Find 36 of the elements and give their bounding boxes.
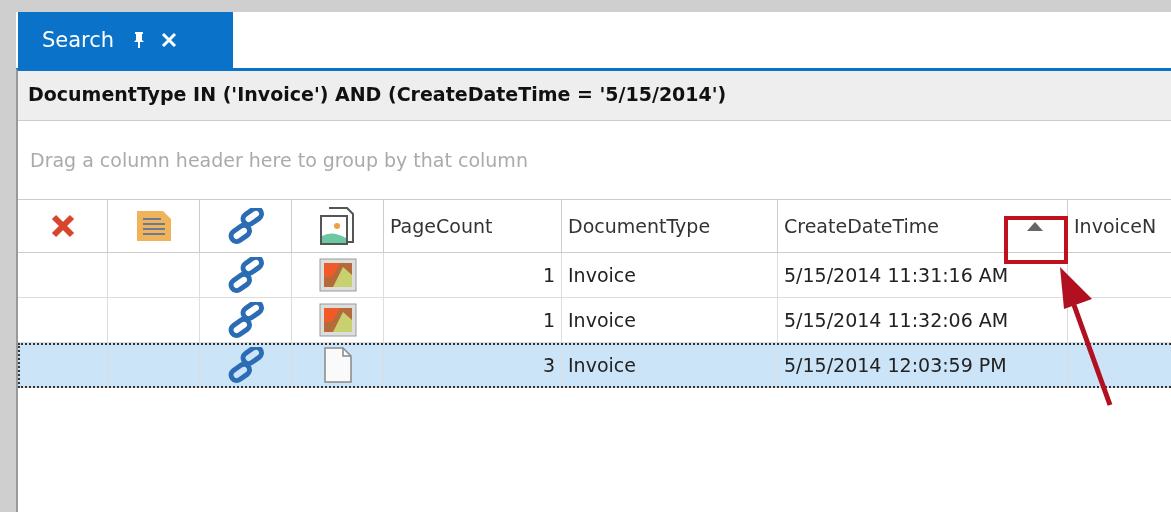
pin-icon[interactable]	[132, 31, 147, 49]
sort-ascending-icon[interactable]	[1025, 220, 1045, 232]
blank-page-icon	[322, 346, 353, 384]
table-cell: 5/15/2014 11:32:06 AM	[784, 309, 1009, 331]
column-header-label: InvoiceN	[1074, 215, 1157, 237]
table-cell: Invoice	[568, 264, 636, 286]
highlight-frame	[1004, 216, 1068, 264]
table-row[interactable]: 3 Invoice 5/15/2014 12:03:59 PM	[18, 343, 1171, 388]
filter-text: DocumentType IN ('Invoice') AND (CreateDateTime = '5/15/2014')	[28, 83, 727, 105]
table-cell: 1	[542, 309, 555, 331]
column-header[interactable]	[18, 200, 108, 253]
column-header[interactable]	[108, 200, 200, 253]
column-header[interactable]	[200, 200, 292, 253]
table-cell: Invoice	[568, 354, 636, 376]
column-header[interactable]: PageCount	[384, 200, 562, 253]
search-tab[interactable]: Search	[18, 12, 233, 68]
column-header[interactable]: InvoiceN	[1068, 200, 1171, 253]
table-cell: 5/15/2014 11:31:16 AM	[784, 264, 1009, 286]
column-header[interactable]	[292, 200, 384, 253]
document-icon	[134, 209, 173, 243]
delete-icon	[49, 213, 76, 239]
image-icon	[318, 206, 357, 246]
table-cell: 1	[542, 264, 555, 286]
table-cell: Invoice	[568, 309, 636, 331]
column-header[interactable]: DocumentType	[562, 200, 778, 253]
column-header[interactable]: CreateDateTime	[778, 200, 1068, 253]
column-header-label: PageCount	[390, 215, 493, 237]
group-panel-hint: Drag a column header here to group by that column	[30, 149, 528, 171]
picture-thumbnail-icon	[318, 303, 357, 337]
close-icon[interactable]	[160, 31, 179, 49]
table-cell: 5/15/2014 12:03:59 PM	[784, 354, 1007, 376]
tab-label: Search	[42, 28, 115, 52]
table-cell: 3	[542, 354, 555, 376]
picture-thumbnail-icon	[318, 258, 357, 292]
column-header-label: CreateDateTime	[784, 215, 940, 237]
column-header-label: DocumentType	[568, 215, 711, 237]
